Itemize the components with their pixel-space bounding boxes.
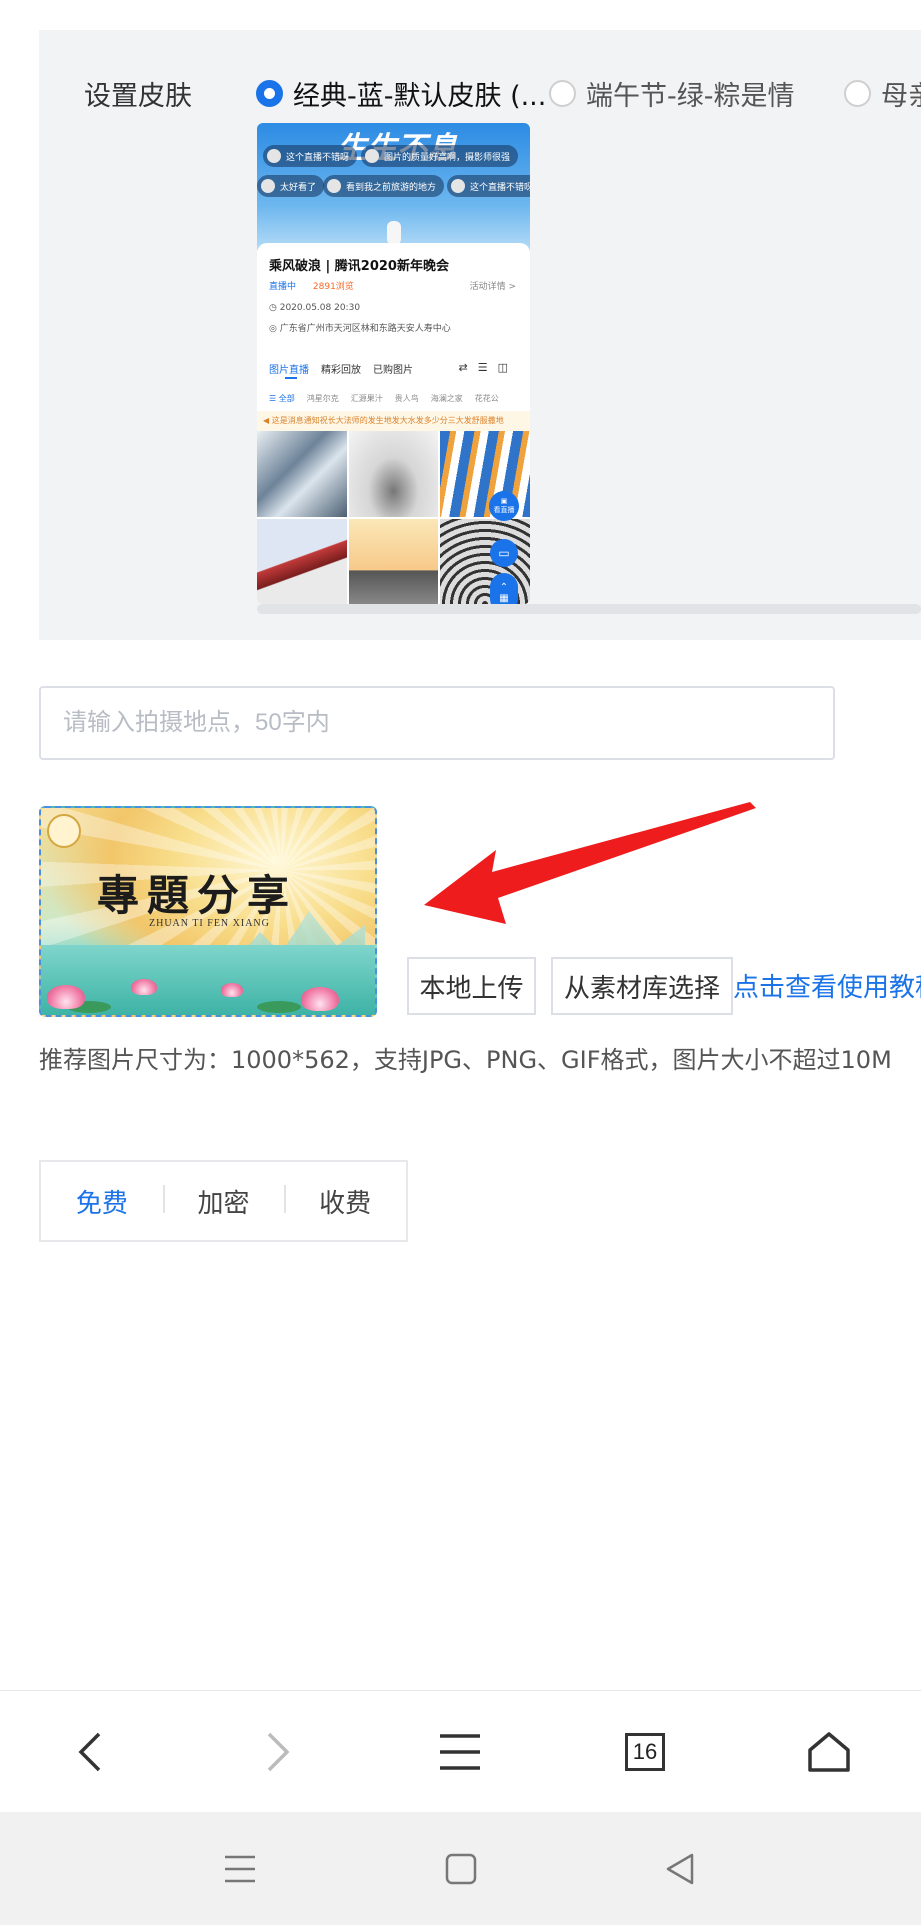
home-button[interactable] xyxy=(779,1691,879,1813)
preview-tab: 精彩回放 xyxy=(321,365,361,376)
cover-logo xyxy=(47,814,81,848)
lily-pad xyxy=(257,1001,301,1013)
tab-count: 16 xyxy=(625,1733,665,1771)
photo-thumb xyxy=(257,431,347,517)
comment-icon: ▭ xyxy=(498,546,510,560)
preview-event-title: 乘风破浪 | 腾讯2020新年晚会 xyxy=(269,259,449,274)
preview-event-meta: 直播中 2891浏览 xyxy=(269,279,354,292)
forward-button[interactable] xyxy=(228,1691,328,1813)
chevron-up-icon: ⌃ xyxy=(499,582,509,593)
chevron-left-icon xyxy=(78,1732,101,1772)
cover-title: 專題分享 xyxy=(97,871,298,920)
arrow-shape xyxy=(424,802,756,924)
preview-notice: ◀ 这是消息通知祝长大法师的发生地发大水发多少分三大发舒服撒地 xyxy=(257,411,530,431)
preview-event-card: 乘风破浪 | 腾讯2020新年晚会 直播中 2891浏览 活动详情 > ◷ 20… xyxy=(257,243,530,604)
preview-category: 海澜之家 xyxy=(430,394,463,403)
preview-view-icons: ⇄☰◫ xyxy=(458,361,518,374)
view-count: 2891浏览 xyxy=(312,282,354,292)
cover-subtitle: ZHUAN TI FEN XIANG xyxy=(149,918,270,929)
browser-toolbar: 16 xyxy=(0,1690,921,1812)
lotus-flower xyxy=(131,979,157,995)
event-datetime: ◷ 2020.05.08 20:30 xyxy=(269,303,361,313)
preview-category: 贵人鸟 xyxy=(394,394,419,403)
lotus-flower xyxy=(47,985,85,1009)
menu-icon xyxy=(440,1734,480,1770)
radio-unchecked-icon[interactable] xyxy=(844,80,871,107)
local-upload-button[interactable]: 本地上传 xyxy=(407,957,536,1015)
square-icon xyxy=(445,1853,477,1884)
skin-preview: 生生不息 这个直播不错呀 图片的质量好高啊，摄影师很强 太好看了 看到我之前旅游… xyxy=(257,123,530,604)
preview-category: 汇源果汁 xyxy=(350,394,383,403)
fee-tab-paid[interactable]: 收费 xyxy=(284,1183,406,1220)
lotus-flower xyxy=(301,987,339,1011)
system-navigation-bar xyxy=(0,1812,921,1925)
skin-label: 设置皮肤 xyxy=(84,81,192,112)
danmaku-bubble: 太好看了 xyxy=(257,175,325,197)
fee-tab-encrypted[interactable]: 加密 xyxy=(162,1183,285,1220)
activity-detail-link: 活动详情 > xyxy=(469,282,516,292)
preview-tab: 已购图片 xyxy=(373,365,413,376)
comment-fab: ▭ xyxy=(490,539,518,567)
radio-unchecked-icon[interactable] xyxy=(549,80,576,107)
skin-option-classic-blue[interactable]: 经典-蓝-默认皮肤 (... xyxy=(256,74,546,113)
fee-tab-free[interactable]: 免费 xyxy=(41,1183,163,1220)
fee-type-tabs: 免费 加密 收费 xyxy=(39,1160,408,1242)
chevron-right-icon xyxy=(267,1732,290,1772)
clock-icon: ◷ xyxy=(269,303,280,313)
danmaku-bubble: 看到我之前旅游的地方 xyxy=(323,175,445,197)
cover-image[interactable]: 專題分享 ZHUAN TI FEN XIANG xyxy=(39,806,377,1017)
radio-checked-icon[interactable] xyxy=(256,80,283,107)
system-home-button[interactable] xyxy=(411,1812,511,1925)
preview-category: ☰ 全部 xyxy=(269,394,295,403)
event-address: ◎ 广东省广州市天河区林和东路天安人寿中心 xyxy=(269,324,451,334)
skin-option-label: 母亲 xyxy=(881,81,921,112)
preview-category: 鸿星尔克 xyxy=(306,394,339,403)
preview-categories: ☰ 全部 鸿星尔克 汇源果汁 贵人鸟 海澜之家 花花公 xyxy=(269,393,499,404)
recents-icon xyxy=(225,1855,255,1882)
watch-live-fab: ▣ 看直播 xyxy=(489,491,519,521)
calendar-icon: ▣ xyxy=(500,497,508,505)
preview-tabs: 图片直播 精彩回放 已购图片 xyxy=(269,361,413,379)
menu-button[interactable] xyxy=(410,1691,510,1813)
tutorial-link[interactable]: 点击查看使用教程 xyxy=(733,967,921,1004)
lotus-flower xyxy=(221,983,243,997)
skin-option-mothers-day[interactable]: 母亲 xyxy=(844,74,921,113)
speaker-icon: ◀ xyxy=(263,416,272,425)
danmaku-bubble: 这个直播不错呀 xyxy=(447,175,530,197)
library-select-button[interactable]: 从素材库选择 xyxy=(551,957,733,1015)
preview-tab: 图片直播 xyxy=(269,361,309,379)
shooting-location-input[interactable] xyxy=(39,686,835,760)
photo-thumb xyxy=(348,431,439,517)
danmaku-bubble: 这个直播不错呀 xyxy=(263,145,358,167)
location-pin-icon: ◎ xyxy=(269,324,280,334)
runner-figure xyxy=(387,221,401,245)
live-status: 直播中 xyxy=(269,282,297,292)
preview-photo-grid xyxy=(257,431,530,604)
tabs-button[interactable]: 16 xyxy=(595,1691,695,1813)
skin-option-dragon-boat[interactable]: 端午节-绿-粽是情 xyxy=(549,74,795,113)
photo-thumb xyxy=(348,518,439,604)
recent-apps-button[interactable] xyxy=(190,1812,290,1925)
annotation-arrow-icon xyxy=(424,802,756,924)
back-button[interactable] xyxy=(40,1691,140,1813)
image-size-hint: 推荐图片尺寸为：1000*562，支持JPG、PNG、GIF格式，图片大小不超过… xyxy=(39,1046,892,1074)
danmaku-bubble: 图片的质量好高啊，摄影师很强 xyxy=(361,145,519,167)
menu-fab: ⌃ ▦ xyxy=(490,573,518,604)
grid-icon: ▦ xyxy=(499,593,509,604)
photo-thumb xyxy=(257,518,347,604)
skin-panel: 设置皮肤 经典-蓝-默认皮肤 (... 端午节-绿-粽是情 母亲 生生不息 这个… xyxy=(39,30,921,640)
triangle-back-icon xyxy=(666,1853,694,1884)
skin-scrollbar[interactable] xyxy=(257,604,921,614)
system-back-button[interactable] xyxy=(630,1812,730,1925)
skin-option-label: 经典-蓝-默认皮肤 (... xyxy=(293,81,547,112)
skin-option-label: 端午节-绿-粽是情 xyxy=(586,81,795,112)
home-icon xyxy=(808,1732,850,1772)
preview-category: 花花公 xyxy=(474,394,499,403)
